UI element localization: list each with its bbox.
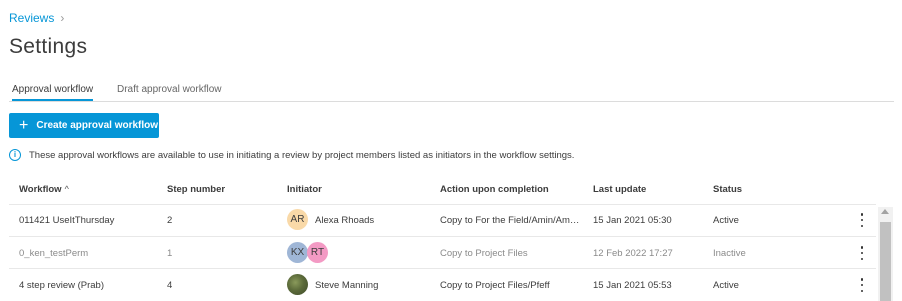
tab-approval-workflow[interactable]: Approval workflow xyxy=(12,84,94,101)
last-update: 15 Jan 2021 05:30 xyxy=(593,215,672,226)
last-update: 12 Feb 2022 17:27 xyxy=(593,248,673,259)
action-upon-completion: Copy to Project Files xyxy=(440,248,528,259)
column-header-workflow-label: Workflow xyxy=(19,184,62,195)
plus-icon: + xyxy=(19,116,29,134)
step-number: 1 xyxy=(167,248,173,259)
avatar: RT xyxy=(307,242,328,263)
scrollbar-thumb[interactable] xyxy=(880,222,891,301)
column-header-last-update[interactable]: Last update xyxy=(593,184,646,195)
avatar: AR xyxy=(287,209,308,230)
create-approval-workflow-button[interactable]: + Create approval workflow xyxy=(9,113,159,138)
status-badge: Inactive xyxy=(713,248,746,259)
workflow-name[interactable]: 4 step review (Prab) xyxy=(19,280,159,291)
more-options-icon[interactable] xyxy=(859,278,865,292)
step-number: 4 xyxy=(167,280,173,291)
info-icon: i xyxy=(9,149,21,161)
tab-bar: Approval workflow Draft approval workflo… xyxy=(9,78,894,102)
more-options-icon[interactable] xyxy=(859,213,865,227)
column-header-workflow[interactable]: Workflow ^ xyxy=(19,184,69,195)
action-upon-completion: Copy to For the Field/Amin/Am… xyxy=(440,215,580,226)
breadcrumb[interactable]: Reviews › xyxy=(9,11,64,25)
avatar: KX xyxy=(287,242,308,263)
info-message: i These approval workflows are available… xyxy=(9,149,574,161)
column-header-action[interactable]: Action upon completion xyxy=(440,184,549,195)
workflow-name[interactable]: 0_ken_testPerm xyxy=(19,248,159,259)
column-header-status[interactable]: Status xyxy=(713,184,742,195)
info-text: These approval workflows are available t… xyxy=(29,149,575,161)
step-number: 2 xyxy=(167,215,173,226)
row-divider xyxy=(9,236,876,237)
avatar xyxy=(287,274,308,295)
column-header-initiator[interactable]: Initiator xyxy=(287,184,322,195)
tab-draft-approval-workflow[interactable]: Draft approval workflow xyxy=(117,84,221,101)
more-options-icon[interactable] xyxy=(859,246,865,260)
initiator-name: Steve Manning xyxy=(315,280,379,291)
workflow-name[interactable]: 011421 UseItThursday xyxy=(19,215,159,226)
chevron-right-icon: › xyxy=(60,11,65,25)
last-update: 15 Jan 2021 05:53 xyxy=(593,280,672,291)
column-header-step-number[interactable]: Step number xyxy=(167,184,225,195)
action-upon-completion: Copy to Project Files/Pfeff xyxy=(440,280,550,291)
status-badge: Active xyxy=(713,215,739,226)
status-badge: Active xyxy=(713,280,739,291)
create-button-label: Create approval workflow xyxy=(36,120,159,131)
page-title: Settings xyxy=(9,35,88,58)
initiator-name: Alexa Rhoads xyxy=(315,215,375,226)
header-divider xyxy=(9,204,876,205)
breadcrumb-reviews-link[interactable]: Reviews xyxy=(9,11,54,25)
row-divider xyxy=(9,268,876,269)
sort-ascending-icon[interactable]: ^ xyxy=(65,184,69,194)
scroll-up-icon[interactable] xyxy=(881,209,889,214)
